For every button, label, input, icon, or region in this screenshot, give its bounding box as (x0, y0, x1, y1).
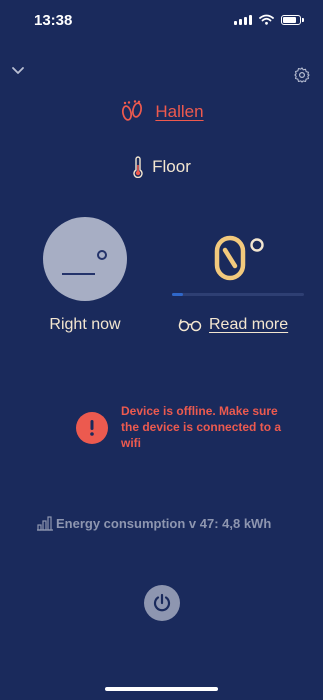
wifi-icon (259, 14, 274, 25)
loading-progress-fill (172, 293, 183, 296)
power-button[interactable] (144, 585, 180, 621)
mode-label: Floor (152, 157, 191, 176)
status-time: 13:38 (34, 12, 73, 29)
temperature-dial (43, 217, 127, 301)
dial-value-placeholder (62, 273, 95, 275)
read-more-link[interactable]: Read more (178, 316, 288, 334)
signal-icon (234, 14, 252, 25)
gear-icon[interactable] (293, 66, 311, 84)
energy-consumption: Energy consumption v 47: 4,8 kWh (36, 515, 271, 531)
bar-chart-icon (37, 516, 53, 531)
power-icon (153, 593, 171, 612)
right-now-label: Right now (49, 316, 121, 333)
thermometer-icon (133, 156, 143, 178)
loading-zero-icon (214, 235, 264, 281)
footprints-icon (122, 100, 143, 121)
room-name-link[interactable]: Hallen (155, 102, 203, 122)
read-more-label[interactable]: Read more (209, 316, 288, 334)
mode-row: Floor (0, 156, 323, 178)
exclamation-icon (76, 412, 108, 444)
loading-progress-bar (172, 293, 304, 296)
room-header[interactable]: Hallen (0, 100, 323, 124)
home-indicator[interactable] (105, 687, 218, 691)
glasses-icon (178, 319, 202, 332)
degree-mark (97, 250, 107, 260)
offline-alert-message: Device is offline. Make sure the device … (121, 404, 282, 450)
chevron-down-icon[interactable] (10, 62, 26, 78)
energy-consumption-text: Energy consumption v 47: 4,8 kWh (56, 515, 272, 531)
status-icons (234, 14, 304, 25)
battery-icon (281, 14, 304, 25)
